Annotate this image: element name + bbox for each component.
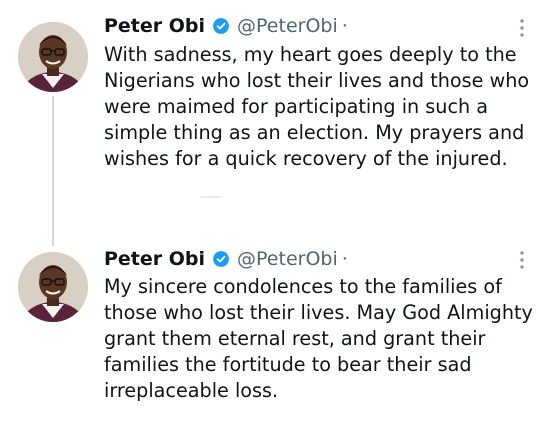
avatar-image <box>18 22 88 92</box>
author-handle[interactable]: @PeterObi <box>237 248 338 270</box>
tweet-text: With sadness, my heart goes deeply to th… <box>104 43 530 170</box>
tweet-header: Peter Obi @PeterObi · <box>104 246 348 272</box>
author-handle[interactable]: @PeterObi <box>237 15 338 37</box>
separator-dot: · <box>341 248 348 270</box>
tweet[interactable]: Peter Obi @PeterObi · With sadness, my h… <box>0 0 553 232</box>
avatar-image <box>18 252 88 322</box>
tweet-header: Peter Obi @PeterObi · <box>104 13 348 39</box>
verified-badge-icon <box>212 17 230 35</box>
tweet[interactable]: Peter Obi @PeterObi · My sincere condole… <box>0 232 553 435</box>
more-options-icon[interactable] <box>519 250 525 270</box>
tweet-text: My sincere condolences to the families o… <box>104 275 533 402</box>
author-name[interactable]: Peter Obi <box>104 248 205 270</box>
avatar[interactable] <box>18 22 88 92</box>
more-options-icon[interactable] <box>519 18 525 38</box>
author-name[interactable]: Peter Obi <box>104 15 205 37</box>
avatar[interactable] <box>18 252 88 322</box>
separator-dot: · <box>341 15 348 37</box>
verified-badge-icon <box>212 250 230 268</box>
